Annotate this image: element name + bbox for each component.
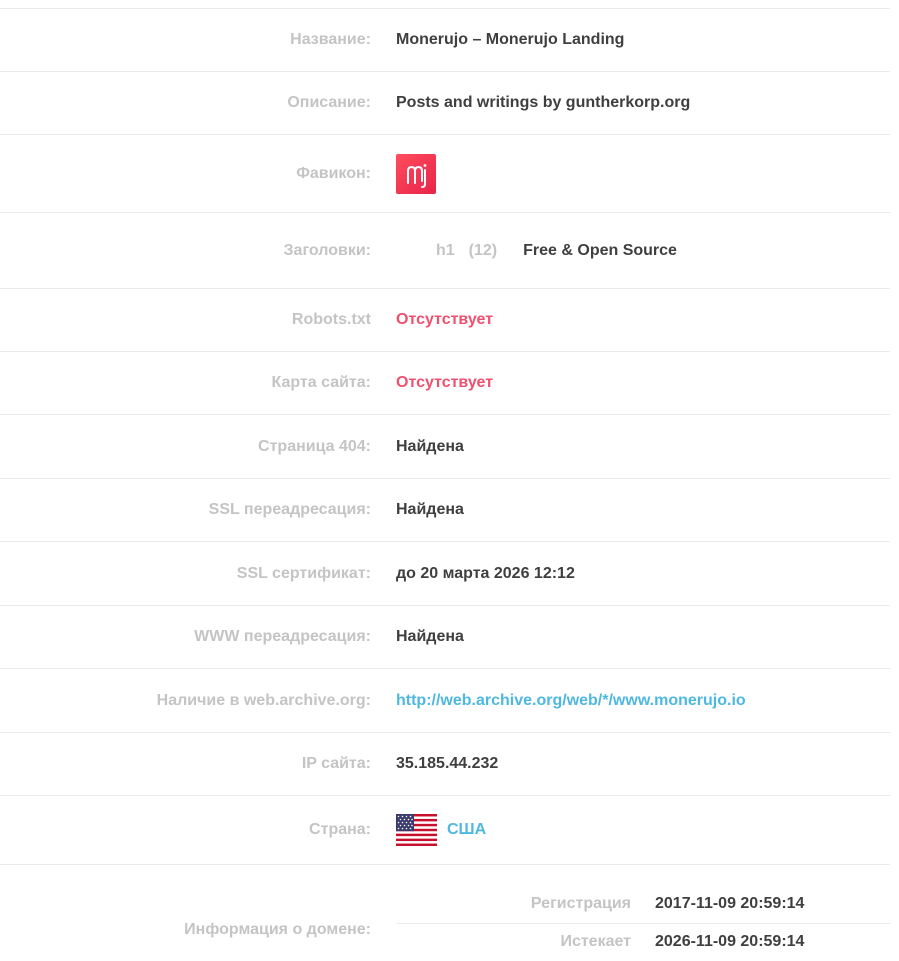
expires-value: 2026-11-09 20:59:14	[655, 933, 805, 950]
heading-tag: h1	[436, 241, 455, 259]
registration-label: Регистрация	[530, 895, 631, 912]
description-label: Описание:	[287, 94, 371, 111]
row-ip: IP сайта: 35.185.44.232	[0, 733, 890, 796]
page404-label: Страница 404:	[258, 437, 371, 455]
row-archive: Наличие в web.archive.org: http://web.ar…	[0, 669, 890, 733]
robots-label: Robots.txt	[291, 311, 371, 328]
heading-text: Free & Open Source	[523, 241, 677, 259]
monerujo-favicon-icon	[396, 153, 436, 194]
row-favicon: Фавикон:	[0, 135, 890, 213]
robots-value: Отсутствует	[396, 311, 494, 328]
ssl-redirect-label: SSL переадресация:	[208, 501, 371, 518]
favicon-value	[396, 153, 436, 194]
row-description: Описание: Posts and writings by guntherk…	[0, 72, 890, 135]
ssl-redirect-value: Найдена	[396, 501, 464, 518]
ip-value: 35.185.44.232	[396, 755, 499, 772]
row-404: Страница 404: Найдена	[0, 415, 890, 479]
favicon-label: Фавикон:	[296, 164, 371, 182]
domain-expires-row: Истекает 2026-11-09 20:59:14	[396, 923, 890, 961]
country-label: Страна:	[309, 821, 371, 838]
description-value: Posts and writings by guntherkorp.org	[396, 94, 691, 111]
sitemap-value: Отсутствует	[396, 374, 494, 391]
page404-value: Найдена	[396, 437, 464, 455]
country-name[interactable]: США	[447, 821, 486, 839]
registration-value: 2017-11-09 20:59:14	[655, 895, 805, 912]
row-headings: Заголовки: h1 (12) Free & Open Source	[0, 213, 890, 289]
row-robots: Robots.txt Отсутствует	[0, 289, 890, 352]
headings-value: h1 (12) Free & Open Source	[396, 242, 677, 260]
row-domain-info: Информация о домене: Регистрация 2017-11…	[0, 865, 890, 955]
title-value: Monerujo – Monerujo Landing	[396, 31, 625, 48]
headings-label: Заголовки:	[283, 241, 371, 259]
row-title: Название: Monerujo – Monerujo Landing	[0, 9, 890, 72]
heading-count: (12)	[468, 241, 498, 259]
row-ssl-cert: SSL сертификат: до 20 марта 2026 12:12	[0, 542, 890, 606]
expires-label: Истекает	[560, 933, 631, 950]
www-redirect-label: WWW переадресация:	[194, 628, 371, 645]
sitemap-label: Карта сайта:	[271, 374, 372, 391]
row-www-redirect: WWW переадресация: Найдена	[0, 606, 890, 669]
row-country: Страна: США	[0, 796, 890, 865]
www-redirect-value: Найдена	[396, 628, 464, 645]
row-ssl-redirect: SSL переадресация: Найдена	[0, 479, 890, 542]
domain-registration-row: Регистрация 2017-11-09 20:59:14	[396, 885, 890, 924]
title-label: Название:	[290, 31, 371, 48]
us-flag-icon	[396, 814, 437, 846]
country-value: США	[396, 814, 486, 846]
row-sitemap: Карта сайта: Отсутствует	[0, 352, 890, 415]
site-info-table: Название: Monerujo – Monerujo Landing Оп…	[0, 8, 890, 955]
archive-label: Наличие в web.archive.org:	[156, 691, 371, 709]
ssl-cert-value: до 20 марта 2026 12:12	[396, 564, 575, 582]
domain-info-label: Информация о домене:	[184, 921, 371, 938]
ssl-cert-label: SSL сертификат:	[236, 564, 371, 582]
ip-label: IP сайта:	[301, 755, 371, 772]
archive-link[interactable]: http://web.archive.org/web/*/www.moneruj…	[396, 692, 746, 710]
